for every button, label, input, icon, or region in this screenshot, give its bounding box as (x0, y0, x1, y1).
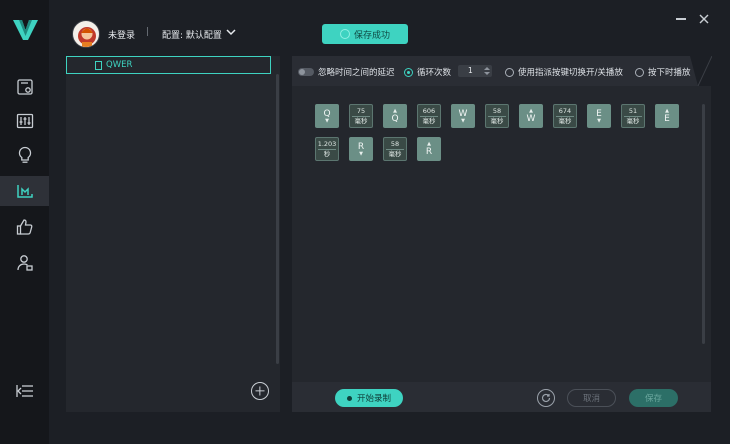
login-status[interactable]: 未登录 (108, 28, 135, 41)
add-macro-button[interactable] (251, 382, 269, 400)
delay-unit: 毫秒 (488, 115, 506, 126)
record-label: 开始录制 (356, 394, 391, 404)
key-label: E (596, 108, 602, 119)
delay-value: 75 (356, 106, 366, 115)
file-icon (95, 60, 102, 70)
key-event-q-up[interactable]: ▲ Q (383, 104, 407, 128)
nav-lighting[interactable] (0, 140, 49, 170)
toast-text: 保存成功 (353, 30, 390, 41)
user-manage-icon (16, 255, 33, 271)
file-item-qwer[interactable]: QWER (66, 56, 271, 74)
macro-library-icon (16, 79, 33, 95)
ignore-delay-option[interactable]: 忽略时间之间的延迟 (298, 66, 395, 78)
save-button[interactable]: 保存 (629, 389, 678, 407)
chevron-down-icon[interactable] (226, 28, 236, 36)
close-icon[interactable] (697, 12, 711, 26)
key-label: R (425, 146, 433, 157)
key-label: Q (391, 113, 399, 124)
key-label: W (458, 108, 468, 119)
delay-event[interactable]: 58 毫秒 (485, 104, 509, 128)
v-logo-icon (13, 20, 38, 40)
delay-value: 58 (492, 106, 502, 115)
sidebar (0, 0, 49, 444)
delay-unit: 毫秒 (386, 148, 404, 159)
cancel-button[interactable]: 取消 (567, 389, 616, 407)
editor-scrollbar[interactable] (702, 104, 705, 344)
loop-option[interactable]: 循环次数 (404, 66, 451, 78)
header-separator: | (146, 27, 150, 37)
key-label: W (526, 113, 536, 124)
delay-event[interactable]: 1.203 秒 (315, 137, 339, 161)
nav-macro-library[interactable] (0, 72, 49, 102)
key-down-arrow-icon: ▼ (359, 150, 363, 157)
key-event-e-up[interactable]: ▲ E (655, 104, 679, 128)
key-label: R (357, 141, 365, 152)
key-label: Q (323, 108, 331, 119)
start-record-button[interactable]: 开始录制 (335, 389, 403, 407)
minimize-icon[interactable] (676, 18, 686, 20)
delay-unit: 毫秒 (420, 115, 438, 126)
delay-event[interactable]: 75 毫秒 (349, 104, 373, 128)
key-down-arrow-icon: ▼ (461, 117, 465, 124)
delay-unit: 秒 (318, 148, 336, 159)
key-label: E (664, 113, 670, 124)
delay-unit: 毫秒 (352, 115, 370, 126)
press-play-radio[interactable] (635, 67, 644, 77)
delay-event[interactable]: 58 毫秒 (383, 137, 407, 161)
reset-button[interactable] (537, 389, 555, 407)
delay-unit: 毫秒 (556, 115, 574, 126)
lightbulb-icon (18, 146, 31, 163)
ignore-delay-label: 忽略时间之间的延迟 (318, 68, 395, 78)
key-event-w-down[interactable]: W ▼ (451, 104, 475, 128)
press-play-option[interactable]: 按下时播放 (635, 66, 691, 78)
options-bar-corner (690, 56, 712, 86)
macro-file-list (66, 56, 280, 412)
refresh-icon (541, 393, 551, 403)
file-item-label: QWER (106, 60, 133, 70)
toggle-key-radio[interactable] (505, 67, 514, 77)
avatar[interactable] (72, 20, 100, 48)
file-list-scrollbar[interactable] (276, 74, 279, 364)
nav-macro[interactable] (0, 176, 49, 206)
equalizer-icon (16, 113, 33, 129)
delay-value: 606 (422, 106, 436, 115)
loop-label: 循环次数 (417, 68, 452, 78)
key-down-arrow-icon: ▼ (325, 117, 329, 124)
nav-account[interactable] (0, 248, 49, 278)
profile-selector[interactable]: 配置: 默认配置 (162, 28, 222, 41)
key-event-e-down[interactable]: E ▼ (587, 104, 611, 128)
record-dot-icon (346, 395, 352, 401)
delay-value: 58 (390, 139, 400, 148)
key-event-r-down[interactable]: R ▼ (349, 137, 373, 161)
ignore-delay-toggle[interactable] (298, 68, 314, 76)
key-event-q-down[interactable]: Q ▼ (315, 104, 339, 128)
delay-event[interactable]: 606 毫秒 (417, 104, 441, 128)
toggle-key-option[interactable]: 使用指派按键切换开/关播放 (505, 66, 623, 78)
key-event-r-up[interactable]: ▲ R (417, 137, 441, 161)
check-circle-icon (339, 29, 350, 39)
delay-value: 51 (628, 106, 638, 115)
delay-value: 1.203 (317, 139, 337, 148)
delay-unit: 毫秒 (624, 115, 642, 126)
loop-stepper-icon[interactable] (484, 66, 490, 76)
nav-equalizer[interactable] (0, 106, 49, 136)
press-play-label: 按下时播放 (648, 68, 691, 78)
collapse-menu-icon[interactable] (16, 383, 34, 399)
nav-recommend[interactable] (0, 212, 49, 242)
key-down-arrow-icon: ▼ (597, 117, 601, 124)
delay-event[interactable]: 674 毫秒 (553, 104, 577, 128)
save-success-toast: 保存成功 (322, 24, 408, 44)
delay-value: 674 (558, 106, 572, 115)
loop-radio[interactable] (404, 67, 413, 77)
macro-icon (16, 185, 33, 198)
key-event-w-up[interactable]: ▲ W (519, 104, 543, 128)
toggle-key-label: 使用指派按键切换开/关播放 (518, 68, 623, 78)
delay-event[interactable]: 51 毫秒 (621, 104, 645, 128)
thumbs-up-icon (16, 219, 32, 235)
